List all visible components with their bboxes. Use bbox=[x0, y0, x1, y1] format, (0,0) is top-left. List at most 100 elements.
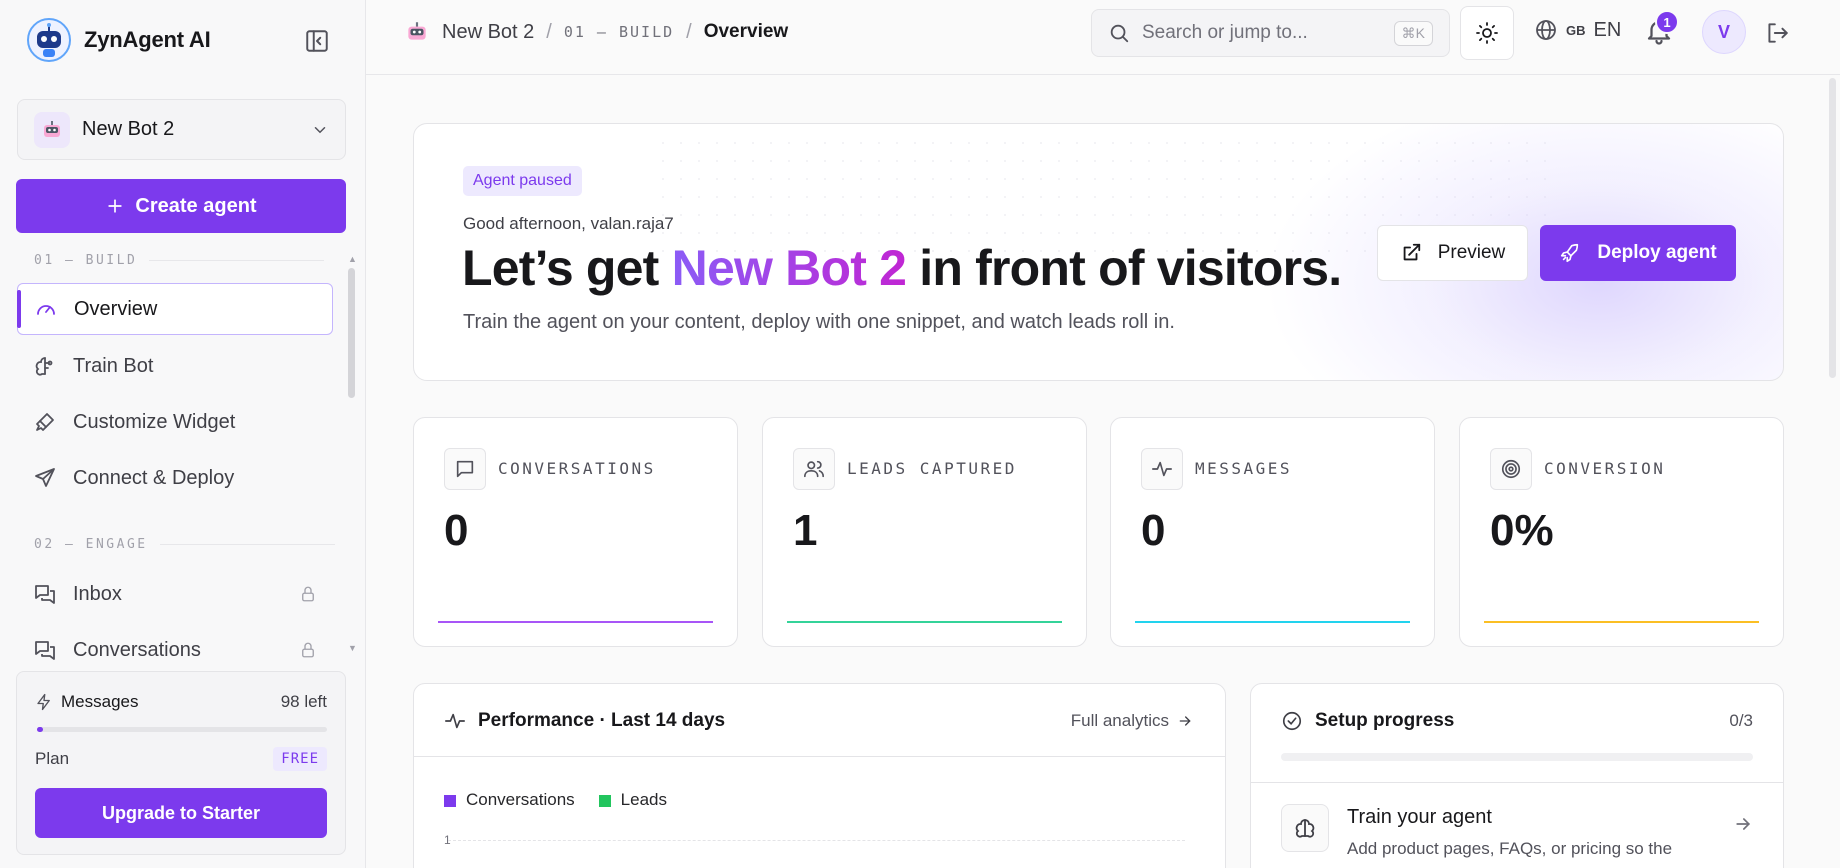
bolt-icon bbox=[37, 693, 50, 711]
stat-label: CONVERSATIONS bbox=[498, 459, 656, 478]
deploy-label: Deploy agent bbox=[1597, 242, 1717, 263]
sidebar-item-label: Customize Widget bbox=[73, 410, 236, 433]
activity-icon bbox=[445, 713, 465, 729]
setup-progress-card: Setup progress 0/3 Train your agent Add … bbox=[1250, 683, 1784, 868]
create-agent-label: Create agent bbox=[135, 194, 257, 217]
setup-count: 0/3 bbox=[1729, 711, 1753, 730]
users-icon bbox=[804, 460, 824, 478]
search-placeholder: Search or jump to... bbox=[1142, 22, 1308, 43]
plan-row: Plan FREE bbox=[35, 747, 327, 771]
legend-item-leads[interactable]: Leads bbox=[598, 790, 667, 810]
title-after: in front of visitors. bbox=[906, 240, 1342, 296]
plan-label: Plan bbox=[35, 749, 70, 768]
section-label-engage-text: 02 — ENGAGE bbox=[34, 537, 148, 552]
lock-icon bbox=[302, 642, 314, 658]
deploy-agent-button[interactable]: Deploy agent bbox=[1540, 225, 1736, 281]
breadcrumb-current: Overview bbox=[703, 21, 789, 42]
messages-usage-bar bbox=[37, 727, 327, 732]
lock-icon bbox=[302, 586, 314, 602]
sidebar-item-train-bot[interactable]: Train Bot bbox=[17, 340, 333, 392]
theme-toggle-button[interactable] bbox=[1460, 6, 1514, 60]
chart-legend: Conversations Leads bbox=[444, 790, 667, 810]
hero-card: Agent paused Good afternoon, valan.raja7… bbox=[413, 123, 1784, 381]
stat-card-messages: MESSAGES 0 bbox=[1110, 417, 1435, 647]
legend-swatch bbox=[598, 794, 611, 807]
messages-left: 98 left bbox=[280, 692, 327, 711]
divider bbox=[1251, 782, 1783, 783]
chevron-down-icon bbox=[314, 126, 326, 133]
breadcrumb-bot[interactable]: New Bot 2 bbox=[442, 21, 534, 44]
sidebar-scrollbar[interactable] bbox=[348, 268, 355, 398]
sidebar-item-conversations[interactable]: Conversations bbox=[17, 624, 333, 676]
sidebar: ZynAgent AI New Bot 2 Create agent 01 — … bbox=[0, 0, 366, 868]
language-flag: GB bbox=[1566, 22, 1586, 38]
sidebar-item-overview[interactable]: Overview bbox=[17, 283, 333, 335]
sidebar-item-label: Overview bbox=[74, 297, 158, 320]
chat-icon bbox=[35, 585, 55, 604]
setup-title: Setup progress bbox=[1315, 710, 1455, 731]
stat-sparkline bbox=[1484, 621, 1759, 623]
sidebar-scroll-down-icon[interactable]: ▼ bbox=[348, 643, 357, 653]
create-agent-button[interactable]: Create agent bbox=[16, 179, 346, 233]
sidebar-item-inbox[interactable]: Inbox bbox=[17, 568, 333, 620]
message-square-icon bbox=[456, 460, 474, 478]
legend-label: Conversations bbox=[466, 790, 575, 809]
full-analytics-label: Full analytics bbox=[1070, 711, 1169, 730]
title-accent: New Bot 2 bbox=[671, 240, 907, 296]
bot-robot-icon bbox=[408, 22, 426, 40]
sidebar-scroll-up-icon[interactable]: ▲ bbox=[348, 254, 357, 264]
legend-item-conversations[interactable]: Conversations bbox=[444, 790, 575, 810]
performance-card: Performance · Last 14 days Full analytic… bbox=[413, 683, 1226, 868]
main-scrollbar[interactable] bbox=[1826, 0, 1840, 868]
status-badge: Agent paused bbox=[463, 166, 582, 196]
notification-badge: 1 bbox=[1655, 10, 1679, 34]
upgrade-button[interactable]: Upgrade to Starter bbox=[35, 788, 327, 838]
sidebar-item-customize-widget[interactable]: Customize Widget bbox=[17, 396, 333, 448]
stat-icon-wrap bbox=[1141, 448, 1183, 490]
messages-label: Messages bbox=[61, 692, 139, 711]
full-analytics-link[interactable]: Full analytics bbox=[1071, 711, 1193, 731]
hero-subtitle: Train the agent on your content, deploy … bbox=[463, 311, 1175, 333]
chat-icon bbox=[35, 641, 55, 660]
stat-icon-wrap bbox=[444, 448, 486, 490]
page-title: Let’s get New Bot 2 in front of visitors… bbox=[462, 239, 1342, 297]
sidebar-item-label: Train Bot bbox=[73, 354, 154, 377]
robot-logo-icon bbox=[27, 18, 71, 62]
brand[interactable]: ZynAgent AI bbox=[26, 17, 211, 63]
section-label-engage: 02 — ENGAGE bbox=[34, 537, 335, 552]
setup-progress-bar bbox=[1281, 753, 1753, 761]
language-selector[interactable]: GB EN bbox=[1534, 18, 1621, 42]
setup-step-title[interactable]: Train your agent bbox=[1347, 806, 1492, 829]
plan-badge: FREE bbox=[273, 747, 327, 771]
search-input[interactable]: Search or jump to... ⌘K bbox=[1091, 9, 1450, 57]
user-avatar[interactable]: V bbox=[1702, 10, 1746, 54]
main-scrollbar-thumb[interactable] bbox=[1829, 78, 1836, 378]
chart-gridline bbox=[448, 840, 1185, 841]
stat-icon-wrap bbox=[1490, 448, 1532, 490]
sidebar-collapse-icon[interactable] bbox=[304, 28, 330, 54]
stat-card-conversations: CONVERSATIONS 0 bbox=[413, 417, 738, 647]
legend-label: Leads bbox=[620, 790, 667, 809]
preview-button[interactable]: Preview bbox=[1377, 225, 1528, 281]
logout-icon[interactable] bbox=[1764, 20, 1790, 46]
send-icon bbox=[35, 468, 55, 487]
stat-sparkline bbox=[787, 621, 1062, 623]
preview-label: Preview bbox=[1437, 242, 1506, 263]
stat-value: 1 bbox=[793, 506, 818, 555]
arrow-right-icon bbox=[1179, 716, 1191, 726]
topbar: New Bot 2 / 01 — BUILD / Overview Search… bbox=[366, 0, 1840, 75]
bot-robot-icon bbox=[44, 120, 60, 137]
messages-usage-fill bbox=[37, 727, 43, 732]
arrow-right-icon[interactable] bbox=[1733, 814, 1753, 834]
brain-icon bbox=[35, 357, 53, 376]
breadcrumb-separator: / bbox=[686, 20, 692, 43]
sidebar-item-connect-deploy[interactable]: Connect & Deploy bbox=[17, 452, 333, 504]
bot-name: New Bot 2 bbox=[82, 118, 175, 140]
globe-icon bbox=[1536, 20, 1556, 40]
stat-sparkline bbox=[1135, 621, 1410, 623]
check-circle-icon bbox=[1282, 711, 1302, 731]
bot-selector[interactable]: New Bot 2 bbox=[17, 99, 346, 160]
stat-value: 0% bbox=[1490, 506, 1554, 555]
step-icon-wrap bbox=[1281, 804, 1329, 852]
performance-header: Performance · Last 14 days Full analytic… bbox=[414, 684, 1225, 757]
